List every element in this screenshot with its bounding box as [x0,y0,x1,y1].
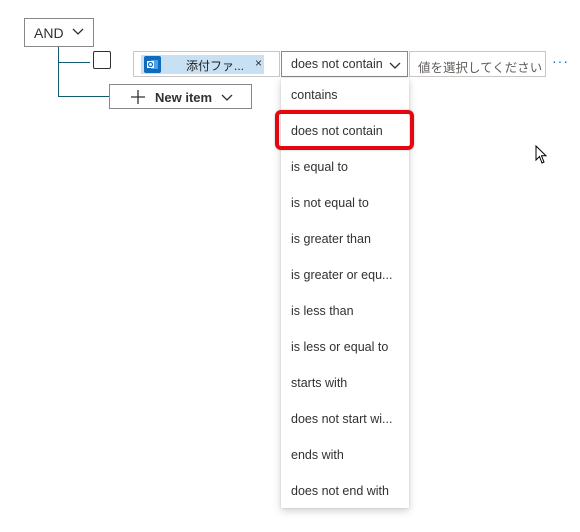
dropdown-option-does-not-end-with[interactable]: does not end with [281,474,409,510]
condition-value-placeholder: 値を選択してください [418,61,543,75]
dropdown-option-is-equal-to[interactable]: is equal to [281,150,409,186]
tree-line-branch-2 [58,96,109,97]
field-token-input[interactable]: 添付ファ... × [133,51,280,77]
tree-line-branch-1 [58,62,90,63]
dropdown-option-contains[interactable]: contains [281,78,409,114]
dropdown-option-starts-with[interactable]: starts with [281,366,409,402]
dropdown-option-is-greater-or-equal[interactable]: is greater or equ... [281,258,409,294]
condition-row-checkbox[interactable] [93,51,111,69]
chevron-down-icon [72,28,84,35]
dropdown-option-is-greater-than[interactable]: is greater than [281,222,409,258]
dropdown-option-is-not-equal-to[interactable]: is not equal to [281,186,409,222]
dropdown-option-ends-with[interactable]: ends with [281,438,409,474]
field-token: 添付ファ... × [141,55,264,74]
plus-icon [131,90,145,104]
group-operator-label: AND [34,24,64,41]
chevron-down-icon [221,94,233,101]
chevron-down-icon [389,62,401,69]
field-token-label: 添付ファ... [186,59,245,73]
option-highlight-box [275,110,414,150]
tree-line-vertical [58,47,59,97]
field-token-remove-button[interactable]: × [255,56,262,70]
more-options-button[interactable]: ··· [552,53,572,71]
group-operator-select[interactable]: AND [24,18,94,47]
condition-operator-value: does not contain [291,57,383,71]
condition-operator-select[interactable]: does not contain [281,51,408,77]
mouse-pointer-icon [535,145,548,164]
outlook-icon [144,56,161,73]
dropdown-option-is-less-or-equal-to[interactable]: is less or equal to [281,330,409,366]
dropdown-option-is-less-than[interactable]: is less than [281,294,409,330]
dropdown-option-does-not-start-with[interactable]: does not start wi... [281,402,409,438]
new-item-button[interactable]: New item [109,84,252,109]
condition-value-input[interactable]: 値を選択してください [409,51,546,77]
new-item-label: New item [155,90,213,105]
